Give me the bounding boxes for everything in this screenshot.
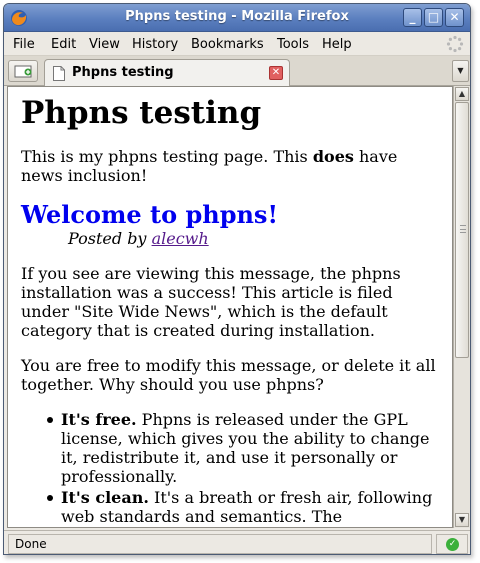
menu-history[interactable]: History — [132, 37, 178, 52]
title-bar[interactable]: Phpns testing - Mozilla Firefox _ □ ✕ — [4, 4, 470, 32]
tab-label: Phpns testing — [72, 65, 174, 80]
page-icon — [53, 66, 65, 81]
tab-close-icon[interactable]: ✕ — [269, 66, 283, 80]
throbber-icon — [446, 35, 464, 53]
scroll-down-icon[interactable]: ▼ — [455, 513, 469, 527]
scrollbar-thumb[interactable] — [455, 102, 469, 358]
status-bar: Done ✓ — [4, 530, 470, 554]
menu-bar: File Edit View History Bookmarks Tools H… — [4, 32, 470, 56]
check-icon: ✓ — [446, 538, 459, 551]
minimize-button[interactable]: _ — [403, 8, 422, 27]
menu-help[interactable]: Help — [322, 37, 352, 52]
page-viewport[interactable]: Phpns testing This is my phpns testing p… — [7, 86, 453, 528]
status-icon-panel: ✓ — [436, 534, 468, 554]
author-link[interactable]: alecwh — [152, 229, 209, 248]
menu-bookmarks[interactable]: Bookmarks — [191, 37, 264, 52]
menu-tools[interactable]: Tools — [277, 37, 309, 52]
page-content: Phpns testing This is my phpns testing p… — [21, 93, 441, 527]
new-tab-button[interactable] — [8, 60, 38, 82]
maximize-button[interactable]: □ — [424, 8, 443, 27]
tab-bar: Phpns testing ✕ ▼ — [4, 56, 470, 87]
new-tab-icon — [14, 65, 32, 78]
menu-file[interactable]: File — [13, 37, 35, 52]
article-paragraph-1: If you see are viewing this message, the… — [21, 264, 401, 340]
intro-paragraph: This is my phpns testing page. This does… — [21, 147, 398, 185]
list-item: It's free. Phpns is released under the G… — [45, 410, 441, 486]
status-panel: Done — [8, 534, 432, 554]
article-title: Welcome to phpns! — [21, 200, 278, 229]
article-paragraph-2: You are free to modify this message, or … — [21, 356, 436, 394]
feature-list: It's free. Phpns is released under the G… — [45, 410, 441, 526]
tab-phpns-testing[interactable]: Phpns testing ✕ — [44, 59, 290, 87]
menu-view[interactable]: View — [89, 37, 120, 52]
window-title: Phpns testing - Mozilla Firefox — [125, 9, 349, 24]
browser-window: Phpns testing - Mozilla Firefox _ □ ✕ Fi… — [3, 3, 471, 555]
list-item: It's clean. It's a breath or fresh air, … — [45, 488, 441, 526]
tab-list-dropdown-icon[interactable]: ▼ — [452, 60, 469, 82]
close-window-button[interactable]: ✕ — [445, 8, 464, 27]
status-text: Done — [15, 537, 47, 551]
intro-emphasis: does — [312, 147, 354, 166]
page-heading: Phpns testing — [21, 95, 262, 131]
scroll-up-icon[interactable]: ▲ — [455, 87, 469, 101]
posted-by: Posted by alecwh — [68, 229, 209, 248]
grip-icon — [460, 225, 466, 233]
vertical-scrollbar[interactable]: ▲ ▼ — [453, 86, 470, 528]
menu-edit[interactable]: Edit — [51, 37, 76, 52]
